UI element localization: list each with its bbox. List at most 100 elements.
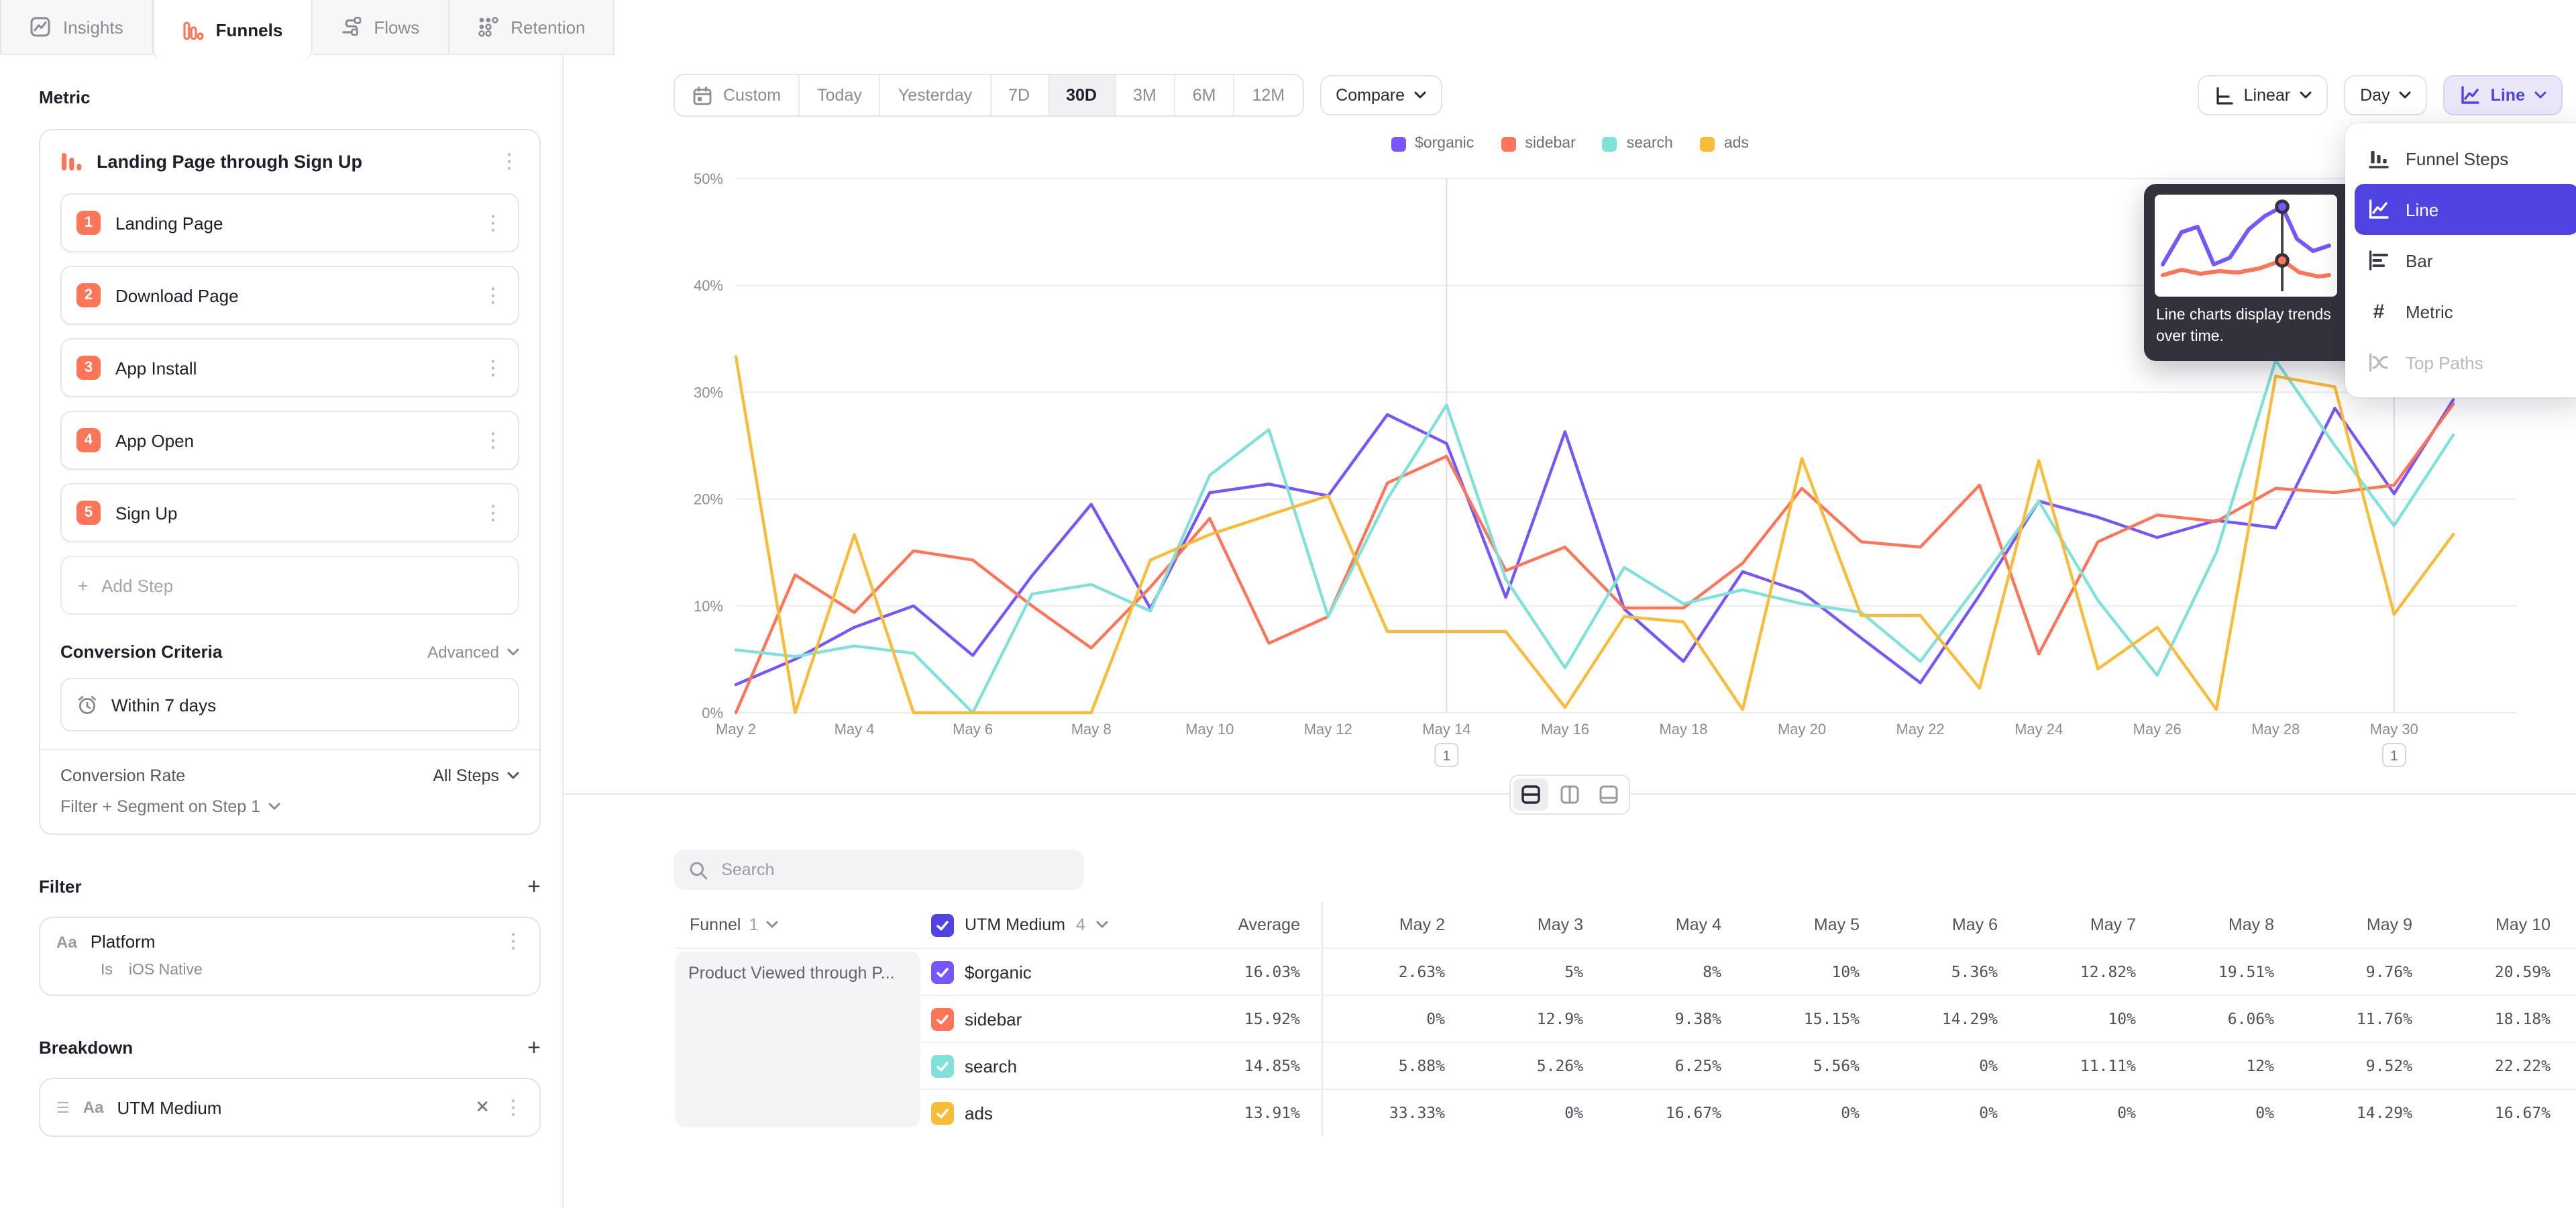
date-column-header[interactable]: May 2 <box>1323 915 1461 934</box>
funnel-step-2[interactable]: 2 Download Page ⋮ <box>60 266 519 325</box>
range-30d[interactable]: 30D <box>1049 75 1116 115</box>
cell-value: 8% <box>1599 962 1737 981</box>
average-value: 14.85% <box>1154 1056 1322 1075</box>
series-name: sidebar <box>965 1009 1022 1029</box>
tab-retention[interactable]: Retention <box>449 0 614 55</box>
all-steps-dropdown[interactable]: All Steps <box>433 766 519 785</box>
layout-split-horizontal-button[interactable] <box>1513 778 1548 811</box>
filter-operator[interactable]: Is <box>101 962 113 978</box>
cell-value: 16.67% <box>1599 1103 1737 1122</box>
breakdown-utm-card[interactable]: ☰ Aa UTM Medium ✕ ⋮ <box>39 1078 541 1137</box>
remove-breakdown-icon[interactable]: ✕ <box>475 1097 490 1118</box>
search-icon <box>688 860 706 880</box>
range-yesterday[interactable]: Yesterday <box>881 75 991 115</box>
date-column-header[interactable]: May 9 <box>2290 915 2428 934</box>
menu-item-line[interactable]: Line <box>2355 184 2576 235</box>
series-checkbox-checked[interactable] <box>931 1101 954 1124</box>
chevron-down-icon <box>507 772 519 780</box>
date-column-header[interactable]: May 10 <box>2428 915 2567 934</box>
granularity-button[interactable]: Day <box>2344 75 2427 115</box>
range-12m[interactable]: 12M <box>1235 75 1303 115</box>
layout-bottom-panel-button[interactable] <box>1591 778 1626 811</box>
filter-segment-dropdown[interactable]: Filter + Segment on Step 1 <box>60 797 519 816</box>
average-column-header[interactable]: Average <box>1154 915 1322 934</box>
funnel-step-4[interactable]: 4 App Open ⋮ <box>60 411 519 470</box>
date-column-header[interactable]: May 5 <box>1737 915 1876 934</box>
compare-button[interactable]: Compare <box>1320 75 1442 115</box>
tab-funnels[interactable]: Funnels <box>153 0 313 60</box>
filter-platform-card[interactable]: Aa Platform ⋮ Is iOS Native <box>39 917 541 996</box>
date-column-header[interactable]: May 6 <box>1876 915 2014 934</box>
cell-value: 11.76% <box>2290 1009 2428 1028</box>
breakdown-column-header[interactable]: UTM Medium 4 <box>931 913 1154 936</box>
tab-label: Funnels <box>216 20 283 40</box>
scale-button[interactable]: Linear <box>2198 75 2328 115</box>
search-input[interactable] <box>718 859 1069 880</box>
advanced-dropdown[interactable]: Advanced <box>427 642 519 661</box>
tab-flows[interactable]: Flows <box>312 0 449 55</box>
svg-text:May 8: May 8 <box>1071 721 1112 738</box>
add-step-button[interactable]: + Add Step <box>60 556 519 615</box>
filter-kebab-menu[interactable]: ⋮ <box>503 932 523 952</box>
step-kebab-menu[interactable]: ⋮ <box>483 285 503 305</box>
legend-item[interactable]: search <box>1603 136 1673 152</box>
chart-type-tooltip: Line charts display trends over time. <box>2144 184 2369 361</box>
range-7d[interactable]: 7D <box>991 75 1049 115</box>
breakdown-kebab-menu[interactable]: ⋮ <box>503 1097 523 1117</box>
cell-value: 19.51% <box>2152 962 2290 981</box>
query-builder-sidebar: Metric Landing Page through Sign Up ⋮ 1 … <box>0 55 564 1208</box>
step-kebab-menu[interactable]: ⋮ <box>483 430 503 450</box>
date-column-header[interactable]: May 4 <box>1599 915 1737 934</box>
funnel-step-1[interactable]: 1 Landing Page ⋮ <box>60 193 519 252</box>
funnel-kebab-menu[interactable]: ⋮ <box>499 152 519 172</box>
legend-item[interactable]: $organic <box>1391 136 1474 152</box>
layout-split-vertical-button[interactable] <box>1552 778 1587 811</box>
legend-item[interactable]: ads <box>1700 136 1749 152</box>
menu-item-metric[interactable]: # Metric <box>2355 286 2576 337</box>
cell-value: 33.33% <box>1323 1103 1461 1122</box>
svg-text:30%: 30% <box>694 384 723 401</box>
add-filter-button[interactable]: + <box>527 875 541 898</box>
legend-item[interactable]: sidebar <box>1501 136 1575 152</box>
plus-icon: + <box>78 575 88 595</box>
breakdown-search[interactable] <box>674 850 1084 890</box>
menu-item-bar[interactable]: Bar <box>2355 235 2576 286</box>
tab-insights[interactable]: Insights <box>0 0 153 55</box>
range-today[interactable]: Today <box>800 75 881 115</box>
svg-text:May 22: May 22 <box>1896 721 1945 738</box>
step-kebab-menu[interactable]: ⋮ <box>483 213 503 233</box>
funnel-column-header[interactable]: Funnel 1 <box>675 915 931 934</box>
cell-value: 5.26% <box>1461 1056 1599 1075</box>
conversion-window-button[interactable]: Within 7 days <box>60 678 519 732</box>
range-6m[interactable]: 6M <box>1175 75 1235 115</box>
range-custom[interactable]: Custom <box>675 75 800 115</box>
average-value: 15.92% <box>1154 1009 1322 1028</box>
svg-text:May 2: May 2 <box>716 721 756 738</box>
step-number-badge: 4 <box>76 428 101 452</box>
step-kebab-menu[interactable]: ⋮ <box>483 358 503 378</box>
chevron-down-icon <box>507 648 519 656</box>
chart-type-button[interactable]: Line <box>2444 75 2563 115</box>
date-column-header[interactable]: May 7 <box>2014 915 2152 934</box>
step-kebab-menu[interactable]: ⋮ <box>483 503 503 523</box>
cell-value: 0% <box>1876 1103 2014 1122</box>
series-checkbox-checked[interactable] <box>931 1007 954 1030</box>
funnel-metric-icon <box>60 150 83 173</box>
checkbox-checked[interactable] <box>931 913 954 936</box>
funnel-name-cell[interactable]: Product Viewed through P... <box>675 952 920 1127</box>
date-column-header[interactable]: May 8 <box>2152 915 2290 934</box>
add-breakdown-button[interactable]: + <box>527 1036 541 1059</box>
funnel-step-5[interactable]: 5 Sign Up ⋮ <box>60 483 519 542</box>
date-column-header[interactable]: May 3 <box>1461 915 1599 934</box>
menu-item-top-paths[interactable]: Top Paths <box>2355 337 2576 388</box>
drag-handle-icon[interactable]: ☰ <box>56 1099 70 1116</box>
filter-value[interactable]: iOS Native <box>129 962 203 978</box>
range-3m[interactable]: 3M <box>1116 75 1175 115</box>
series-checkbox-checked[interactable] <box>931 960 954 983</box>
funnel-step-3[interactable]: 3 App Install ⋮ <box>60 338 519 397</box>
cell-value: 5.56% <box>1737 1056 1876 1075</box>
menu-item-funnel-steps[interactable]: Funnel Steps <box>2355 133 2576 184</box>
svg-text:May 4: May 4 <box>835 721 875 738</box>
series-checkbox-checked[interactable] <box>931 1054 954 1077</box>
svg-text:May 20: May 20 <box>1778 721 1826 738</box>
